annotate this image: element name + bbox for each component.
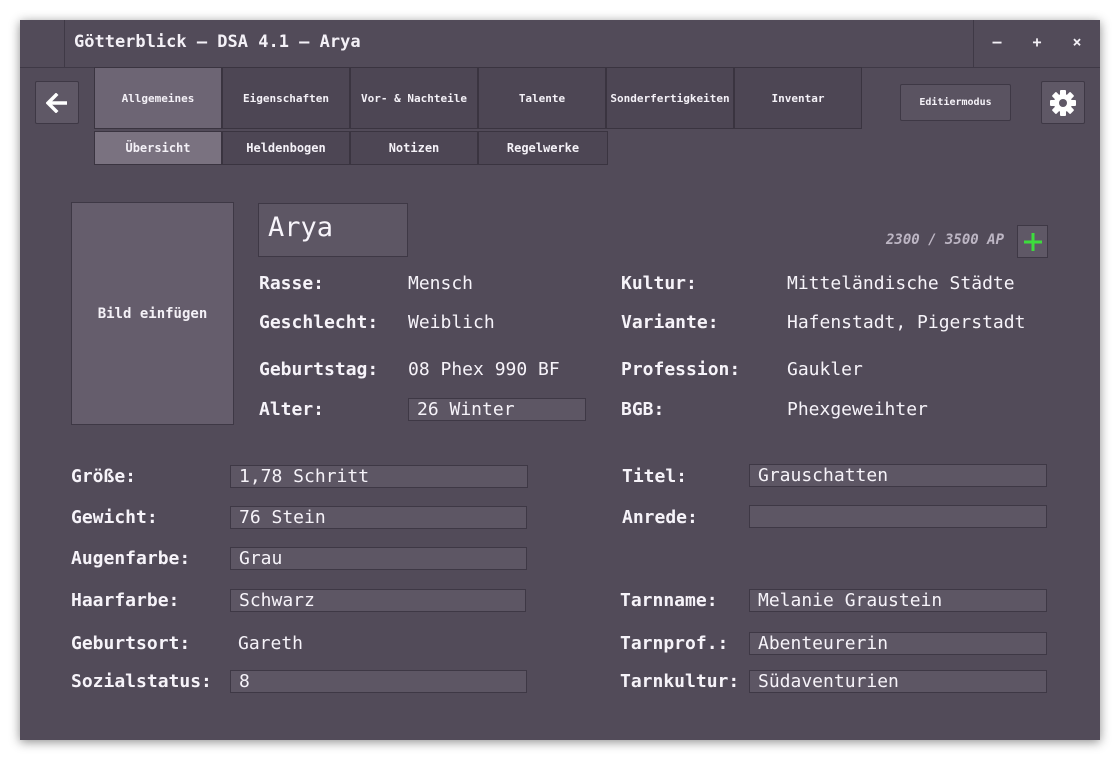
plus-icon: [1023, 232, 1042, 251]
adventure-points: 2300 / 3500 AP: [886, 232, 1005, 248]
tarnname-label: Tarnname:: [620, 590, 718, 611]
close-button[interactable]: ×: [1066, 33, 1088, 53]
subtab-heldenbogen[interactable]: Heldenbogen: [222, 131, 350, 165]
alter-label: Alter:: [259, 399, 325, 420]
gewicht-label: Gewicht:: [71, 507, 158, 528]
groesse-label: Größe:: [71, 466, 137, 487]
edit-mode-button[interactable]: Editiermodus: [900, 84, 1011, 121]
tab-vor-nachteile[interactable]: Vor- & Nachteile: [350, 67, 478, 129]
profession-value: Gaukler: [787, 359, 863, 380]
tarnkultur-field[interactable]: Südaventurien: [749, 670, 1047, 693]
groesse-field[interactable]: 1,78 Schritt: [230, 465, 528, 488]
insert-picture-button[interactable]: Bild einfügen: [71, 202, 234, 425]
geschlecht-value: Weiblich: [408, 312, 495, 333]
tarnprof-field[interactable]: Abenteurerin: [749, 632, 1047, 655]
anrede-field[interactable]: [749, 505, 1047, 528]
tarnname-field[interactable]: Melanie Graustein: [749, 589, 1047, 612]
variante-label: Variante:: [621, 312, 719, 333]
arrow-left-icon: [46, 92, 67, 113]
haarfarbe-label: Haarfarbe:: [71, 590, 180, 611]
title-bar: Götterblick – DSA 4.1 – Arya – + ×: [20, 20, 1100, 68]
tab-inventar[interactable]: Inventar: [734, 67, 862, 129]
titel-field[interactable]: Grauschatten: [749, 464, 1047, 487]
geburtstag-value: 08 Phex 990 BF: [408, 359, 560, 380]
geschlecht-label: Geschlecht:: [259, 312, 379, 333]
geburtstag-label: Geburtstag:: [259, 359, 379, 380]
tab-sonderfertigkeiten[interactable]: Sonderfertigkeiten: [606, 67, 734, 129]
tab-allgemeines[interactable]: Allgemeines: [94, 67, 222, 129]
tab-talente[interactable]: Talente: [478, 67, 606, 129]
tarnkultur-label: Tarnkultur:: [620, 671, 740, 692]
gear-icon: [1050, 89, 1076, 116]
kultur-label: Kultur:: [621, 273, 697, 294]
bgb-value: Phexgeweihter: [787, 399, 928, 420]
bgb-label: BGB:: [621, 399, 665, 420]
augenfarbe-field[interactable]: Grau: [230, 547, 527, 570]
sozialstatus-label: Sozialstatus:: [71, 671, 212, 692]
minimize-button[interactable]: –: [986, 33, 1008, 53]
rasse-value: Mensch: [408, 273, 474, 294]
back-button[interactable]: [35, 81, 79, 124]
haarfarbe-field[interactable]: Schwarz: [230, 589, 526, 612]
tab-eigenschaften[interactable]: Eigenschaften: [222, 67, 350, 129]
title-divider: [64, 20, 65, 67]
sozialstatus-field[interactable]: 8: [230, 670, 527, 693]
app-window: Götterblick – DSA 4.1 – Arya – + × Allge…: [20, 20, 1100, 740]
alter-field[interactable]: 26 Winter: [408, 398, 586, 421]
kultur-value: Mitteländische Städte: [787, 273, 1015, 294]
add-ap-button[interactable]: [1017, 225, 1048, 258]
title-divider: [973, 20, 974, 67]
variante-value: Hafenstadt, Pigerstadt: [787, 312, 1026, 333]
augenfarbe-label: Augenfarbe:: [71, 548, 191, 569]
tarnprof-label: Tarnprof.:: [620, 633, 729, 654]
gewicht-field[interactable]: 76 Stein: [230, 506, 527, 529]
titel-label: Titel:: [622, 466, 688, 487]
profession-label: Profession:: [621, 359, 741, 380]
rasse-label: Rasse:: [259, 273, 325, 294]
subtab-notizen[interactable]: Notizen: [350, 131, 478, 165]
subtab-regelwerke[interactable]: Regelwerke: [478, 131, 608, 165]
window-title: Götterblick – DSA 4.1 – Arya: [74, 32, 361, 52]
geburtsort-label: Geburtsort:: [71, 633, 191, 654]
anrede-label: Anrede:: [622, 507, 698, 528]
geburtsort-value: Gareth: [238, 633, 304, 654]
hero-name-field[interactable]: Arya: [258, 203, 408, 257]
maximize-button[interactable]: +: [1026, 33, 1048, 53]
subtab-uebersicht[interactable]: Übersicht: [94, 131, 222, 165]
settings-button[interactable]: [1041, 81, 1085, 124]
